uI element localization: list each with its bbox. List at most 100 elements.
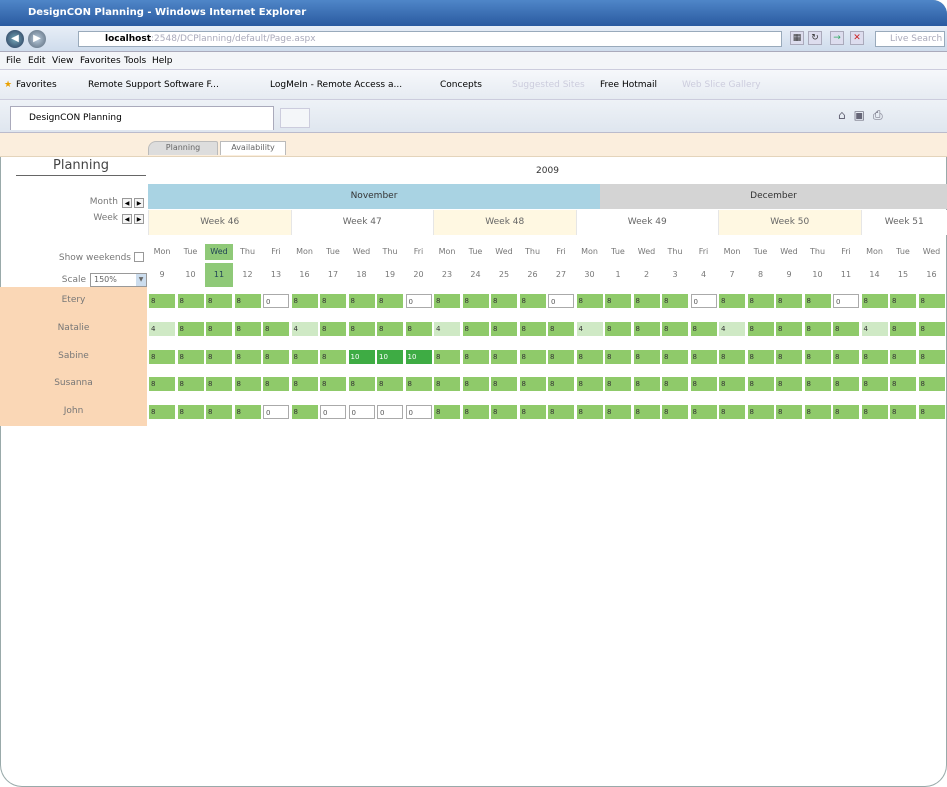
hours-cell[interactable]: 8 (149, 405, 175, 420)
hours-cell[interactable]: 8 (776, 349, 802, 364)
hours-cell[interactable]: 8 (605, 377, 631, 392)
hours-cell[interactable]: 0 (263, 405, 289, 420)
month-next-icon[interactable]: ▶ (134, 198, 144, 208)
menu-file[interactable]: File (6, 52, 21, 70)
hours-cell[interactable]: 8 (719, 405, 745, 420)
hours-cell[interactable]: 8 (719, 294, 745, 308)
hours-cell[interactable]: 8 (434, 349, 460, 364)
month-prev-icon[interactable]: ◀ (122, 198, 132, 208)
hours-cell[interactable]: 8 (263, 349, 289, 364)
hours-cell[interactable]: 0 (320, 405, 346, 420)
hours-cell[interactable]: 8 (491, 294, 517, 308)
fav-web-slice-gallery[interactable]: Web Slice Gallery (682, 70, 761, 100)
hours-cell[interactable]: 8 (263, 377, 289, 392)
search-input[interactable]: Live Search (875, 31, 945, 47)
hours-cell[interactable]: 8 (605, 349, 631, 364)
hours-cell[interactable]: 8 (747, 377, 774, 392)
hours-cell[interactable]: 8 (662, 294, 688, 308)
hours-cell[interactable]: 8 (491, 349, 517, 364)
menu-tools[interactable]: Tools (124, 52, 146, 70)
hours-cell[interactable]: 8 (291, 405, 318, 420)
hours-cell[interactable]: 8 (918, 405, 945, 420)
go-icon[interactable]: → (830, 31, 844, 45)
hours-cell[interactable]: 4 (719, 321, 745, 336)
hours-cell[interactable]: 8 (576, 377, 603, 392)
hours-cell[interactable]: 8 (633, 349, 660, 364)
hours-cell[interactable]: 8 (206, 405, 232, 420)
hours-cell[interactable]: 10 (348, 349, 375, 364)
hours-cell[interactable]: 8 (377, 294, 403, 308)
hours-cell[interactable]: 8 (519, 294, 546, 308)
hours-cell[interactable]: 8 (348, 294, 375, 308)
new-tab-button[interactable] (280, 108, 310, 128)
hours-cell[interactable]: 8 (519, 405, 546, 420)
hours-cell[interactable]: 8 (890, 294, 916, 308)
hours-cell[interactable]: 8 (861, 349, 888, 364)
hours-cell[interactable]: 8 (605, 405, 631, 420)
hours-cell[interactable]: 8 (890, 405, 916, 420)
hours-cell[interactable]: 8 (234, 349, 261, 364)
hours-cell[interactable]: 8 (405, 377, 432, 392)
hours-cell[interactable]: 8 (462, 349, 489, 364)
hours-cell[interactable]: 8 (918, 377, 945, 392)
address-field[interactable]: localhost:2548/DCPlanning/default/Page.a… (78, 31, 782, 47)
menu-favorites[interactable]: Favorites (80, 52, 121, 70)
hours-cell[interactable]: 8 (776, 377, 802, 392)
hours-cell[interactable]: 0 (263, 294, 289, 308)
hours-cell[interactable]: 8 (804, 294, 831, 308)
hours-cell[interactable]: 8 (833, 321, 859, 336)
hours-cell[interactable]: 8 (804, 321, 831, 336)
hours-cell[interactable]: 8 (548, 349, 574, 364)
hours-cell[interactable]: 0 (348, 405, 375, 420)
hours-cell[interactable]: 8 (690, 405, 717, 420)
hours-cell[interactable]: 8 (890, 321, 916, 336)
hours-cell[interactable]: 8 (861, 294, 888, 308)
hours-cell[interactable]: 8 (206, 294, 232, 308)
hours-cell[interactable]: 0 (833, 294, 859, 308)
hours-cell[interactable]: 8 (576, 294, 603, 308)
fav-logmein[interactable]: LogMeIn - Remote Access a... (270, 70, 402, 100)
hours-cell[interactable]: 8 (719, 349, 745, 364)
hours-cell[interactable]: 8 (548, 405, 574, 420)
hours-cell[interactable]: 8 (149, 377, 175, 392)
hours-cell[interactable]: 8 (605, 321, 631, 336)
hours-cell[interactable]: 8 (861, 405, 888, 420)
hours-cell[interactable]: 8 (206, 321, 232, 336)
hours-cell[interactable]: 8 (434, 294, 460, 308)
hours-cell[interactable]: 8 (690, 349, 717, 364)
hours-cell[interactable]: 8 (918, 321, 945, 336)
menu-edit[interactable]: Edit (28, 52, 45, 70)
hours-cell[interactable]: 8 (405, 321, 432, 336)
fav-free-hotmail[interactable]: Free Hotmail (600, 70, 657, 100)
hours-cell[interactable]: 8 (576, 405, 603, 420)
hours-cell[interactable]: 8 (177, 349, 204, 364)
menu-help[interactable]: Help (152, 52, 173, 70)
hours-cell[interactable]: 4 (434, 321, 460, 336)
hours-cell[interactable]: 4 (149, 321, 175, 336)
refresh-icon[interactable]: ↻ (808, 31, 822, 45)
forward-icon[interactable]: ▶ (28, 30, 46, 48)
stop-icon[interactable]: ✕ (850, 31, 864, 45)
hours-cell[interactable]: 8 (177, 294, 204, 308)
scale-select[interactable]: 150% ▼ (90, 273, 147, 287)
hours-cell[interactable]: 8 (434, 377, 460, 392)
hours-cell[interactable]: 8 (576, 349, 603, 364)
favorites-star-icon[interactable]: ★ (4, 70, 12, 100)
show-weekends-checkbox[interactable] (134, 252, 144, 262)
hours-cell[interactable]: 8 (747, 405, 774, 420)
hours-cell[interactable]: 8 (177, 377, 204, 392)
hours-cell[interactable]: 4 (291, 321, 318, 336)
hours-cell[interactable]: 8 (434, 405, 460, 420)
hours-cell[interactable]: 8 (348, 321, 375, 336)
hours-cell[interactable]: 4 (576, 321, 603, 336)
hours-cell[interactable]: 8 (491, 321, 517, 336)
hours-cell[interactable]: 8 (719, 377, 745, 392)
hours-cell[interactable]: 8 (519, 321, 546, 336)
hours-cell[interactable]: 8 (690, 377, 717, 392)
hours-cell[interactable]: 8 (177, 405, 204, 420)
hours-cell[interactable]: 8 (291, 349, 318, 364)
back-icon[interactable]: ◀ (6, 30, 24, 48)
home-icon[interactable]: ⌂ (838, 108, 854, 122)
hours-cell[interactable]: 8 (633, 294, 660, 308)
hours-cell[interactable]: 8 (519, 349, 546, 364)
